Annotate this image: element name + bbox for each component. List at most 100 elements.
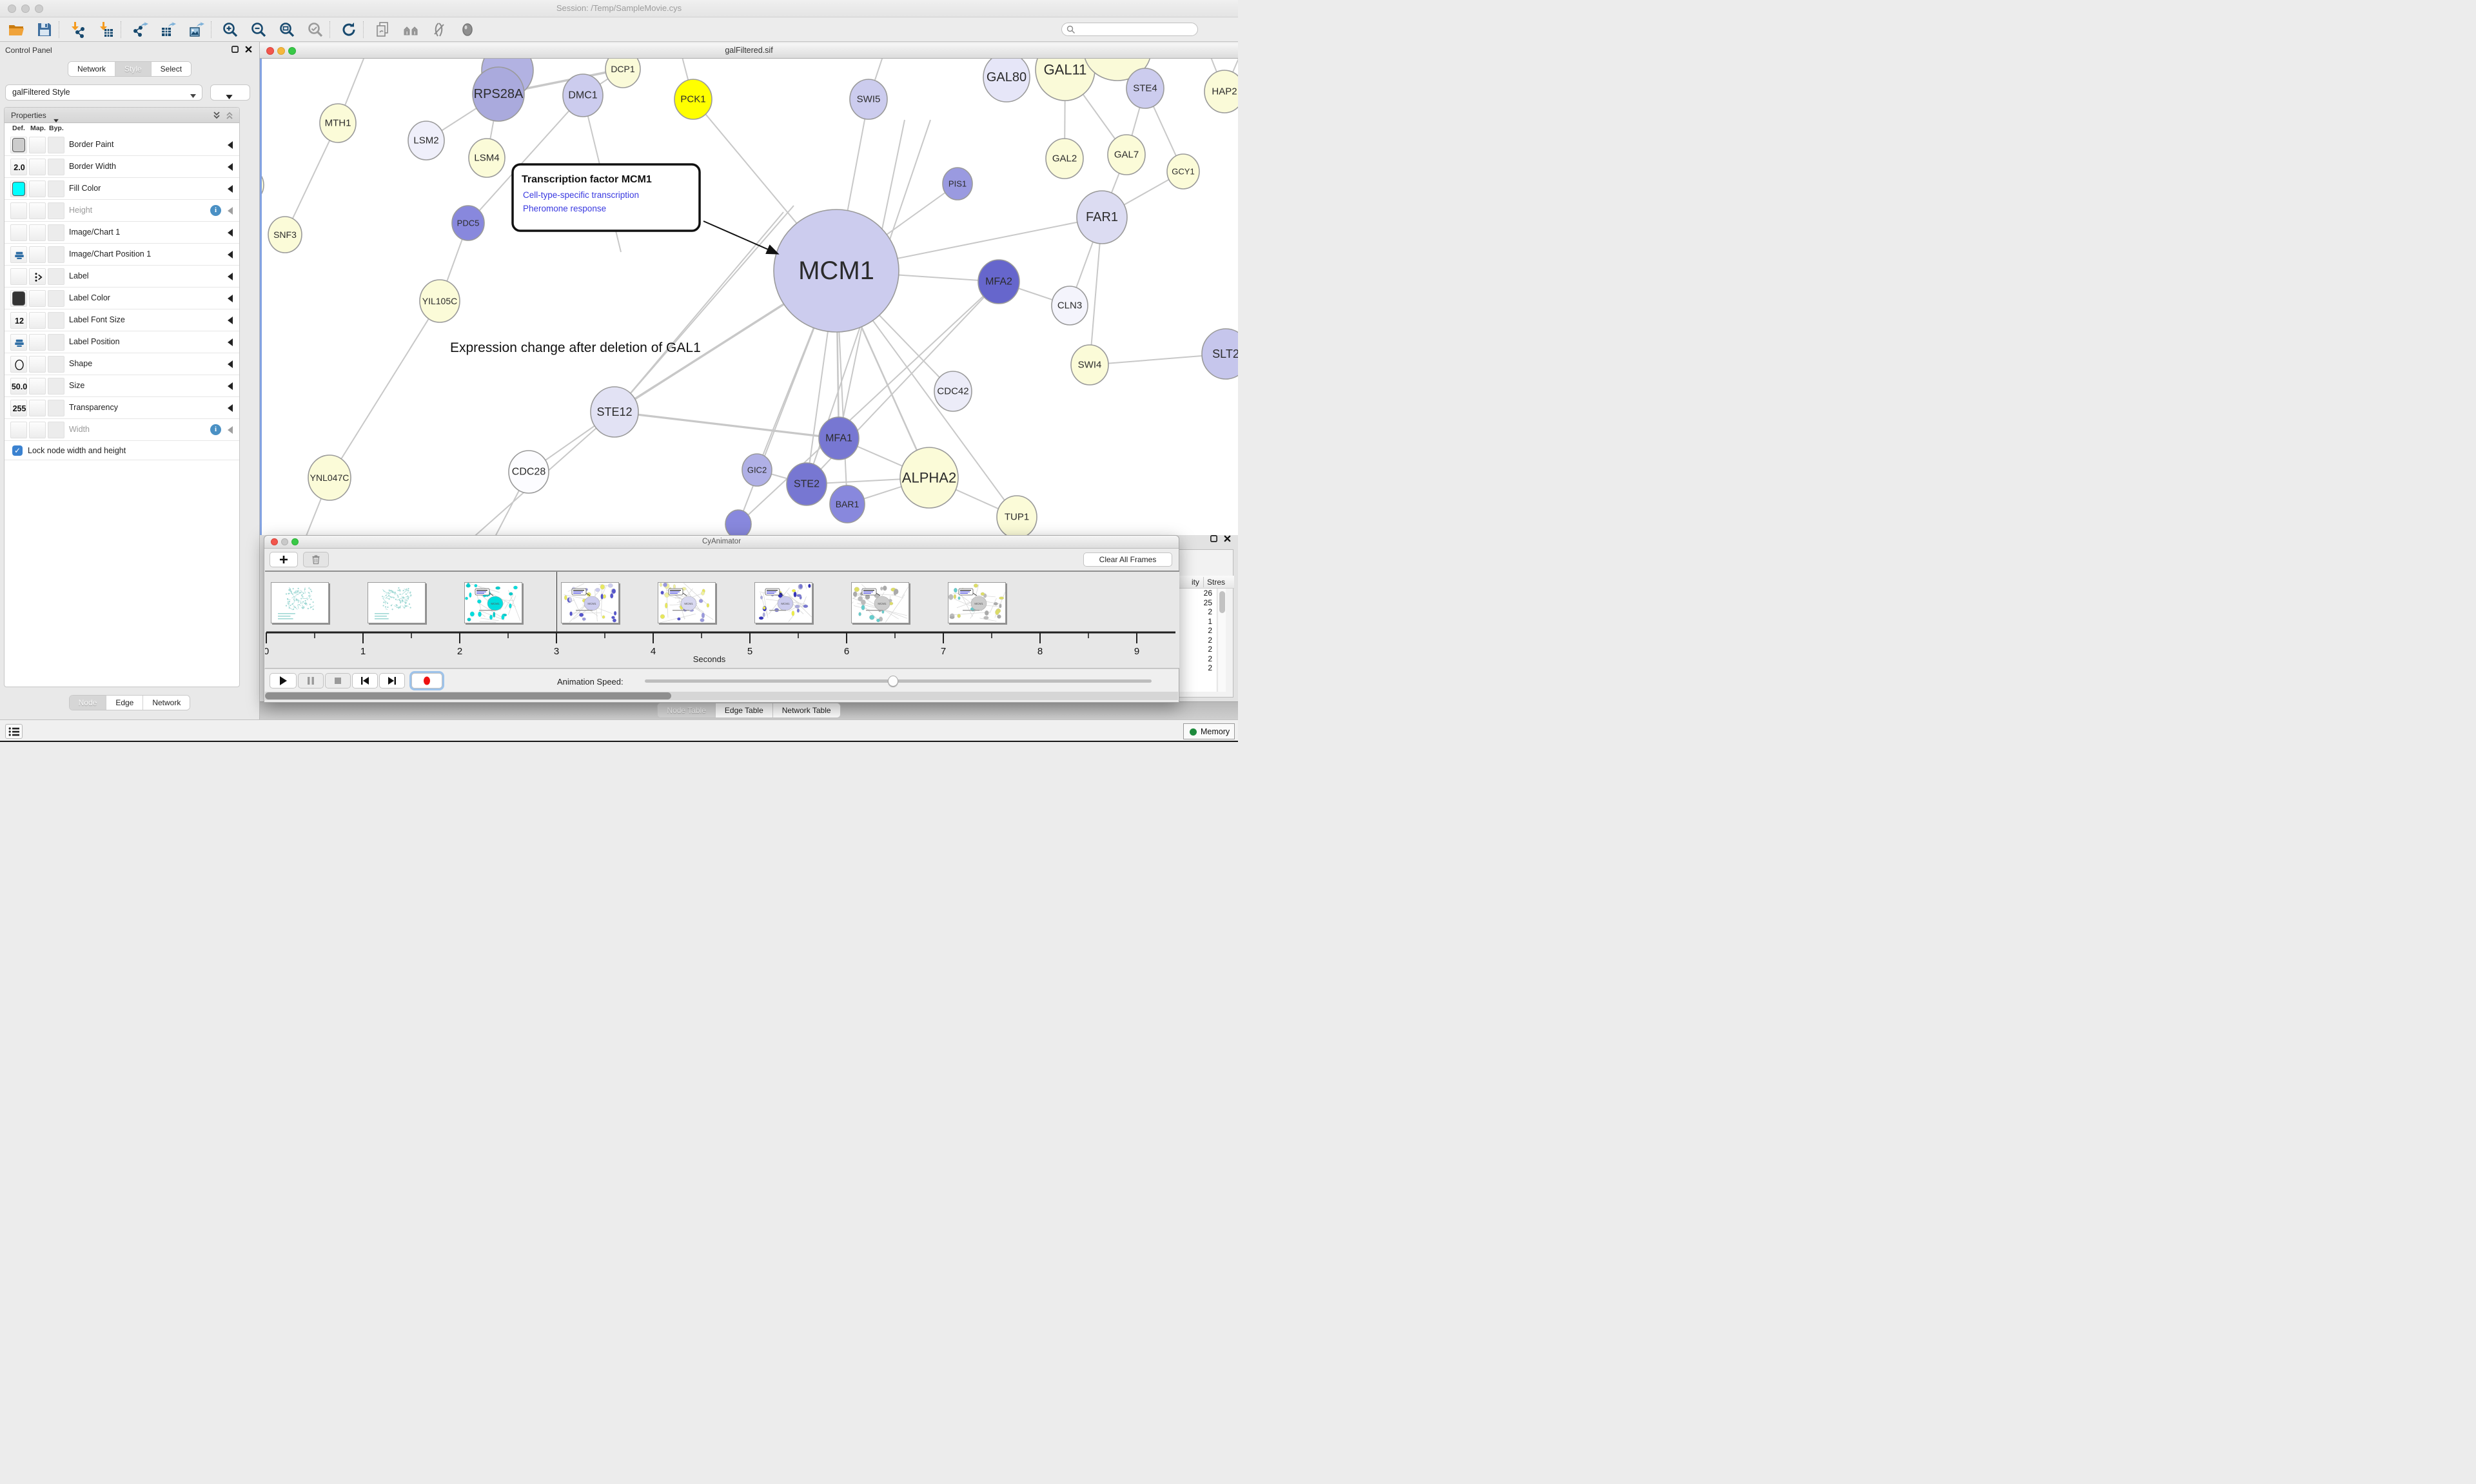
delete-frame-button[interactable] <box>303 552 329 567</box>
frame-thumbnail-6[interactable]: MCM1 <box>754 582 812 623</box>
property-row-label-font-size[interactable]: 12Label Font Size <box>5 309 239 331</box>
properties-header[interactable]: Properties <box>5 108 239 123</box>
expand-arrow-icon[interactable] <box>228 317 233 324</box>
network-node-GIC2[interactable]: GIC2 <box>742 454 772 486</box>
collapse-all-icon[interactable] <box>225 111 234 123</box>
property-cell[interactable] <box>10 334 27 351</box>
skip-end-button[interactable] <box>379 673 405 688</box>
pause-button[interactable] <box>298 673 324 688</box>
column-header-centrality[interactable]: ity <box>1176 578 1199 587</box>
refresh-icon[interactable] <box>340 21 357 38</box>
expand-arrow-icon[interactable] <box>228 382 233 390</box>
table-cell[interactable]: 25 <box>1176 598 1216 608</box>
style-combo[interactable]: galFiltered Style <box>5 84 202 101</box>
clear-all-frames-button[interactable]: Clear All Frames <box>1083 552 1172 567</box>
network-node-PDC5[interactable]: PDC5 <box>452 206 484 240</box>
network-node-SWI4[interactable]: SWI4 <box>1071 345 1108 385</box>
property-cell[interactable] <box>29 181 46 197</box>
style-target-tab-node[interactable]: Node <box>70 696 107 710</box>
table-cell[interactable]: 2 <box>1176 645 1216 654</box>
table-cell[interactable]: 2 <box>1176 636 1216 645</box>
property-cell[interactable] <box>29 202 46 219</box>
property-cell[interactable] <box>10 202 27 219</box>
slider-thumb[interactable] <box>888 676 898 687</box>
property-cell[interactable]: 12 <box>10 312 27 329</box>
network-node-STE12[interactable]: STE12 <box>591 387 638 437</box>
expand-arrow-icon[interactable] <box>228 404 233 412</box>
hide-details-icon[interactable] <box>431 21 447 38</box>
import-table-icon[interactable] <box>98 21 115 38</box>
network-node-GAL2[interactable]: GAL2 <box>1046 139 1083 179</box>
property-cell[interactable] <box>10 356 27 373</box>
property-row-image-chart-position-1[interactable]: Image/Chart Position 1 <box>5 244 239 266</box>
network-node-GAL11[interactable]: GAL11 <box>1036 59 1095 101</box>
show-details-icon[interactable] <box>459 21 476 38</box>
expand-arrow-icon[interactable] <box>228 229 233 237</box>
close-icon[interactable] <box>1223 534 1232 546</box>
network-node-PIS1[interactable]: PIS1 <box>943 168 972 200</box>
property-row-shape[interactable]: Shape <box>5 353 239 375</box>
property-row-border-width[interactable]: 2.0Border Width <box>5 156 239 178</box>
birdseye-icon[interactable] <box>402 21 419 38</box>
add-frame-button[interactable] <box>270 552 298 567</box>
property-cell[interactable] <box>10 422 27 438</box>
network-node-MCM1[interactable]: MCM1 <box>774 210 899 332</box>
frame-thumbnail-8[interactable]: MCM1 <box>948 582 1006 623</box>
expand-all-icon[interactable] <box>212 111 221 123</box>
property-row-image-chart-1[interactable]: Image/Chart 1 <box>5 222 239 244</box>
cyanimator-timeline[interactable]: 0123456789 Seconds MCM1MCM1MCM1MCM1MCM1M… <box>265 571 1179 669</box>
network-node-CDC28[interactable]: CDC28 <box>509 451 549 493</box>
network-node-CDC42[interactable]: CDC42 <box>934 371 972 411</box>
property-cell[interactable] <box>29 268 46 285</box>
property-cell[interactable]: 255 <box>10 400 27 416</box>
network-node-BAR1[interactable]: BAR1 <box>830 485 865 523</box>
frame-thumbnail-7[interactable]: MCM1 <box>851 582 909 623</box>
tab-select[interactable]: Select <box>152 62 191 76</box>
network-window-titlebar[interactable]: galFiltered.sif <box>260 43 1238 59</box>
property-row-width[interactable]: Widthi <box>5 419 239 441</box>
animation-speed-slider[interactable] <box>645 679 1152 683</box>
network-node-ALPHA2[interactable]: ALPHA2 <box>900 447 958 508</box>
table-tab-node-table[interactable]: Node Table <box>658 703 716 718</box>
float-icon[interactable] <box>231 45 239 57</box>
expand-arrow-icon[interactable] <box>228 295 233 302</box>
frame-thumbnail-5[interactable]: MCM1 <box>658 582 716 623</box>
zoom-selected-icon[interactable] <box>307 21 324 38</box>
property-cell[interactable] <box>29 334 46 351</box>
cyanimator-horizontal-scrollbar[interactable] <box>265 692 1178 700</box>
property-cell[interactable] <box>10 137 27 153</box>
export-network-icon[interactable] <box>132 21 148 38</box>
network-node-TUP1[interactable]: TUP1 <box>997 496 1037 535</box>
property-cell[interactable] <box>29 159 46 175</box>
open-folder-icon[interactable] <box>8 21 25 38</box>
search-input[interactable] <box>1079 24 1194 35</box>
expand-arrow-icon[interactable] <box>228 163 233 171</box>
table-tab-edge-table[interactable]: Edge Table <box>716 703 773 718</box>
property-cell[interactable] <box>29 400 46 416</box>
expand-arrow-icon[interactable] <box>228 426 233 434</box>
expand-arrow-icon[interactable] <box>228 207 233 215</box>
property-cell[interactable] <box>29 422 46 438</box>
property-cell[interactable] <box>29 137 46 153</box>
style-target-tab-edge[interactable]: Edge <box>106 696 143 710</box>
info-icon[interactable]: i <box>210 205 221 216</box>
table-cell[interactable]: 2 <box>1176 607 1216 617</box>
property-row-fill-color[interactable]: Fill Color <box>5 178 239 200</box>
property-cell[interactable]: 50.0 <box>10 378 27 395</box>
cyanimator-titlebar[interactable]: CyAnimator <box>264 536 1179 549</box>
network-node-SNF3[interactable]: SNF3 <box>268 217 302 253</box>
play-button[interactable] <box>270 673 297 688</box>
table-cell[interactable]: 2 <box>1176 663 1216 673</box>
property-cell[interactable] <box>10 290 27 307</box>
expand-arrow-icon[interactable] <box>228 273 233 280</box>
network-node-LSM4[interactable]: LSM4 <box>469 139 505 177</box>
column-header-stress[interactable]: Stres <box>1207 578 1225 587</box>
property-cell[interactable] <box>10 246 27 263</box>
network-node-CLN3[interactable]: CLN3 <box>1052 286 1088 325</box>
zoom-out-icon[interactable] <box>250 21 267 38</box>
save-icon[interactable] <box>36 21 53 38</box>
style-options-button[interactable] <box>210 84 250 101</box>
frame-thumbnail-3[interactable]: MCM1 <box>464 582 522 623</box>
export-table-icon[interactable] <box>160 21 177 38</box>
timeline-playhead[interactable] <box>556 572 557 632</box>
